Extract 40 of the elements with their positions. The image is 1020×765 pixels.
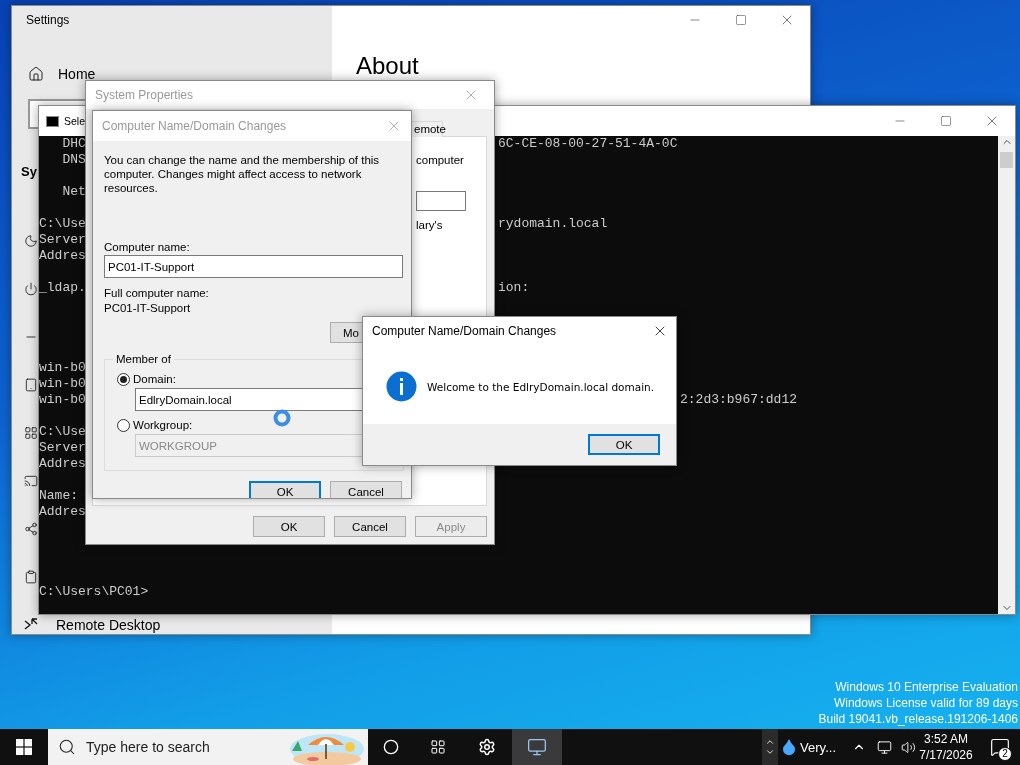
window-title: Computer Name/Domain Changes [372, 324, 557, 338]
page-heading: About [356, 52, 419, 80]
license-text: Build 19041.vb_release.191206-1406 [818, 711, 1018, 727]
intro-text: You can change the name and the membership of this computer. Changes might affect access to network resources. [104, 153, 381, 195]
field-label: Full computer name: [104, 287, 209, 299]
console-line: Addres [39, 504, 86, 520]
console-line: 2:2d3:b967:dd12 [680, 392, 798, 408]
console-line: C:\Users\PC01> [39, 584, 149, 600]
console-line: win-b0 [39, 376, 86, 392]
notification-count: 2 [998, 747, 1012, 761]
group-label: Member of [115, 353, 172, 365]
console-line: Net [61, 184, 86, 200]
tray-app-label: Very... [800, 739, 836, 755]
console-line: Addres [39, 248, 86, 264]
panel-text: computer [416, 154, 464, 166]
window-title: Sele [64, 115, 85, 127]
console-line: _ldap. [39, 280, 86, 296]
console-line: DHC [61, 136, 86, 152]
console-line: C:\Use [39, 424, 86, 440]
console-line: Name: [39, 488, 78, 504]
console-line: rydomain.local [498, 216, 608, 232]
license-text: Windows License valid for 89 days [833, 695, 1018, 711]
console-line: 6C-CE-08-00-27-51-4A-0C [498, 136, 678, 152]
window-title: Settings [26, 13, 70, 27]
section-heading: Sy [21, 163, 37, 181]
license-text: Windows 10 Enterprise Evaluation [835, 679, 1018, 695]
window-title: System Properties [95, 88, 194, 102]
console-line: Server [39, 440, 86, 456]
console-line: DNS [61, 152, 86, 168]
console-line: Addres [39, 456, 86, 472]
console-line: Server [39, 232, 86, 248]
message-text: Welcome to the EdlryDomain.local domain. [427, 380, 655, 393]
window-title: Computer Name/Domain Changes [102, 119, 287, 133]
console-line: ion: [498, 280, 530, 296]
panel-text: lary's [416, 219, 443, 231]
console-line: win-b0 [39, 392, 86, 408]
field-label: Computer name: [104, 241, 190, 253]
console-line: win-b0 [39, 360, 86, 376]
console-line: C:\Use [39, 216, 86, 232]
full-name-text: PC01-IT-Support [104, 302, 191, 314]
